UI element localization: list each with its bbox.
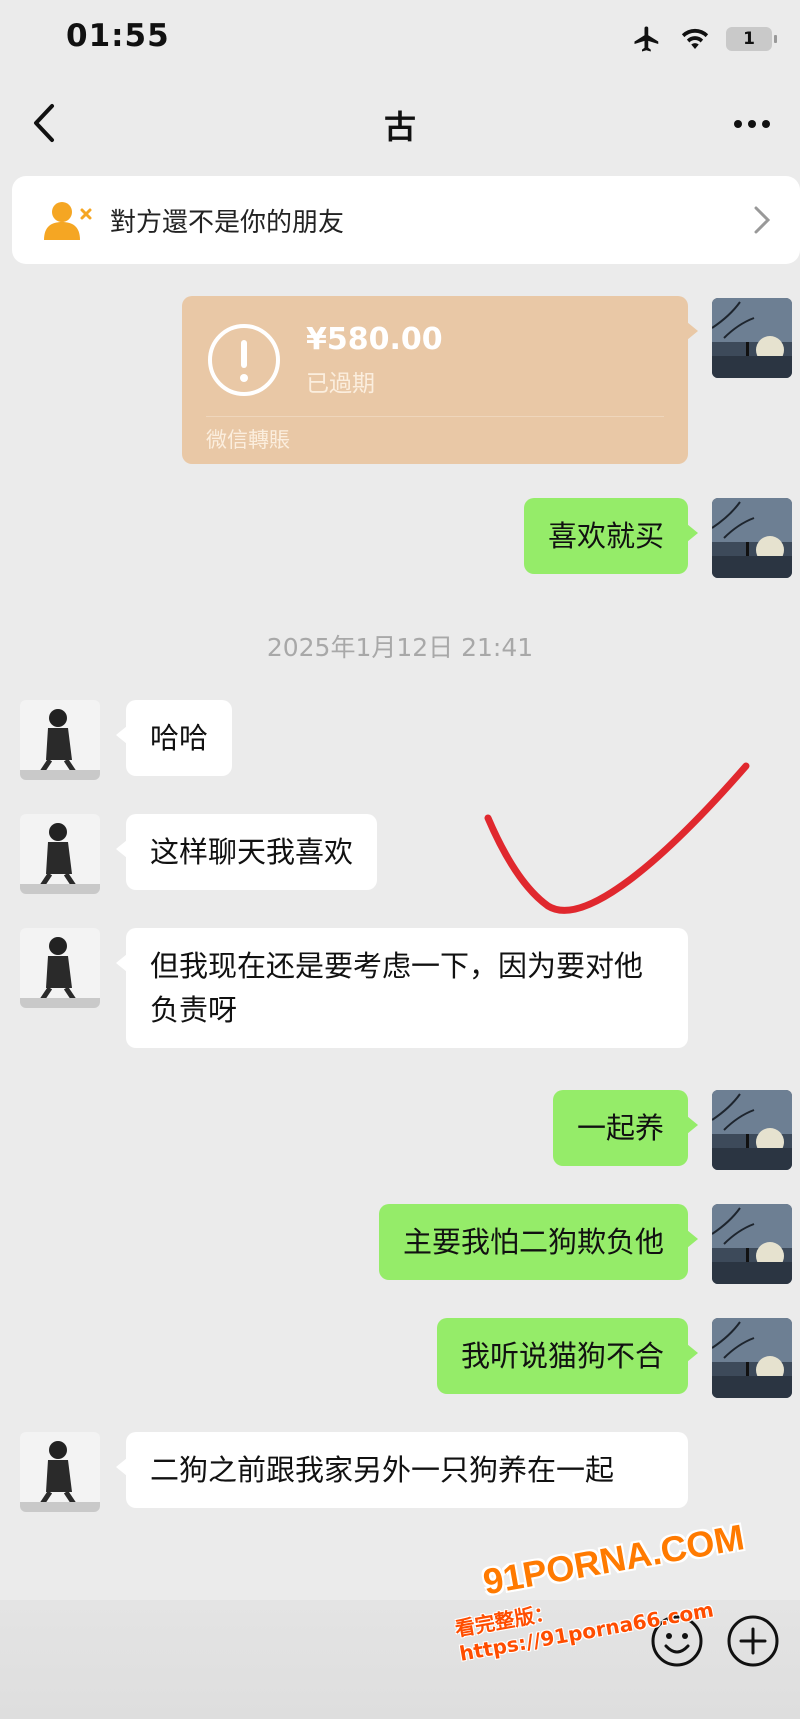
message-bubble-mine[interactable]: 喜欢就买 — [523, 498, 699, 574]
more-options-icon[interactable] — [730, 100, 774, 140]
contact-avatar[interactable] — [20, 814, 100, 894]
notice-text: 對方還不是你的朋友 — [110, 207, 345, 238]
transfer-divider — [206, 416, 664, 417]
status-bar: 01:55 1 — [0, 0, 800, 80]
message-bubble-mine[interactable]: 我听说猫狗不合 — [436, 1318, 699, 1394]
message-bubble-theirs[interactable]: 这样聊天我喜欢 — [115, 814, 378, 890]
red-checkmark-annotation — [484, 762, 750, 914]
message-bubble-theirs[interactable]: 哈哈 — [115, 700, 233, 776]
transfer-amount: ¥580.00 — [306, 322, 443, 357]
contact-avatar[interactable] — [20, 928, 100, 1008]
contact-avatar[interactable] — [20, 1432, 100, 1512]
my-avatar[interactable] — [712, 298, 792, 378]
transfer-card[interactable]: ¥580.00 已過期 微信轉賬 — [182, 296, 698, 464]
battery-indicator: 1 — [726, 27, 777, 51]
not-friend-notice[interactable]: 對方還不是你的朋友 — [12, 176, 800, 264]
airplane-icon — [634, 26, 659, 52]
status-icons: 1 — [630, 24, 777, 54]
my-avatar[interactable] — [712, 1204, 792, 1284]
message-bubble-mine[interactable]: 一起养 — [552, 1090, 699, 1166]
transfer-status: 已過期 — [306, 371, 375, 397]
wifi-icon — [681, 28, 709, 49]
my-avatar[interactable] — [712, 1090, 792, 1170]
chevron-right-icon — [754, 206, 771, 234]
transfer-label: 微信轉賬 — [206, 428, 290, 452]
chat-timestamp: 2025年1月12日 21:41 — [266, 633, 534, 662]
exclamation-circle-icon — [208, 324, 280, 396]
message-bubble-mine[interactable]: 主要我怕二狗欺负他 — [378, 1204, 699, 1280]
contact-avatar[interactable] — [20, 700, 100, 780]
message-bubble-theirs[interactable]: 但我现在还是要考虑一下，因为要对他负责呀 — [116, 928, 688, 1048]
message-bubble-theirs[interactable]: 二狗之前跟我家另外一只狗养在一起 — [116, 1432, 688, 1508]
my-avatar[interactable] — [712, 1318, 792, 1398]
user-remove-icon — [44, 202, 92, 240]
status-time: 01:55 — [66, 18, 170, 54]
chat-title: 古 — [383, 108, 416, 146]
my-avatar[interactable] — [712, 498, 792, 578]
nav-bar: 古 — [0, 90, 800, 160]
